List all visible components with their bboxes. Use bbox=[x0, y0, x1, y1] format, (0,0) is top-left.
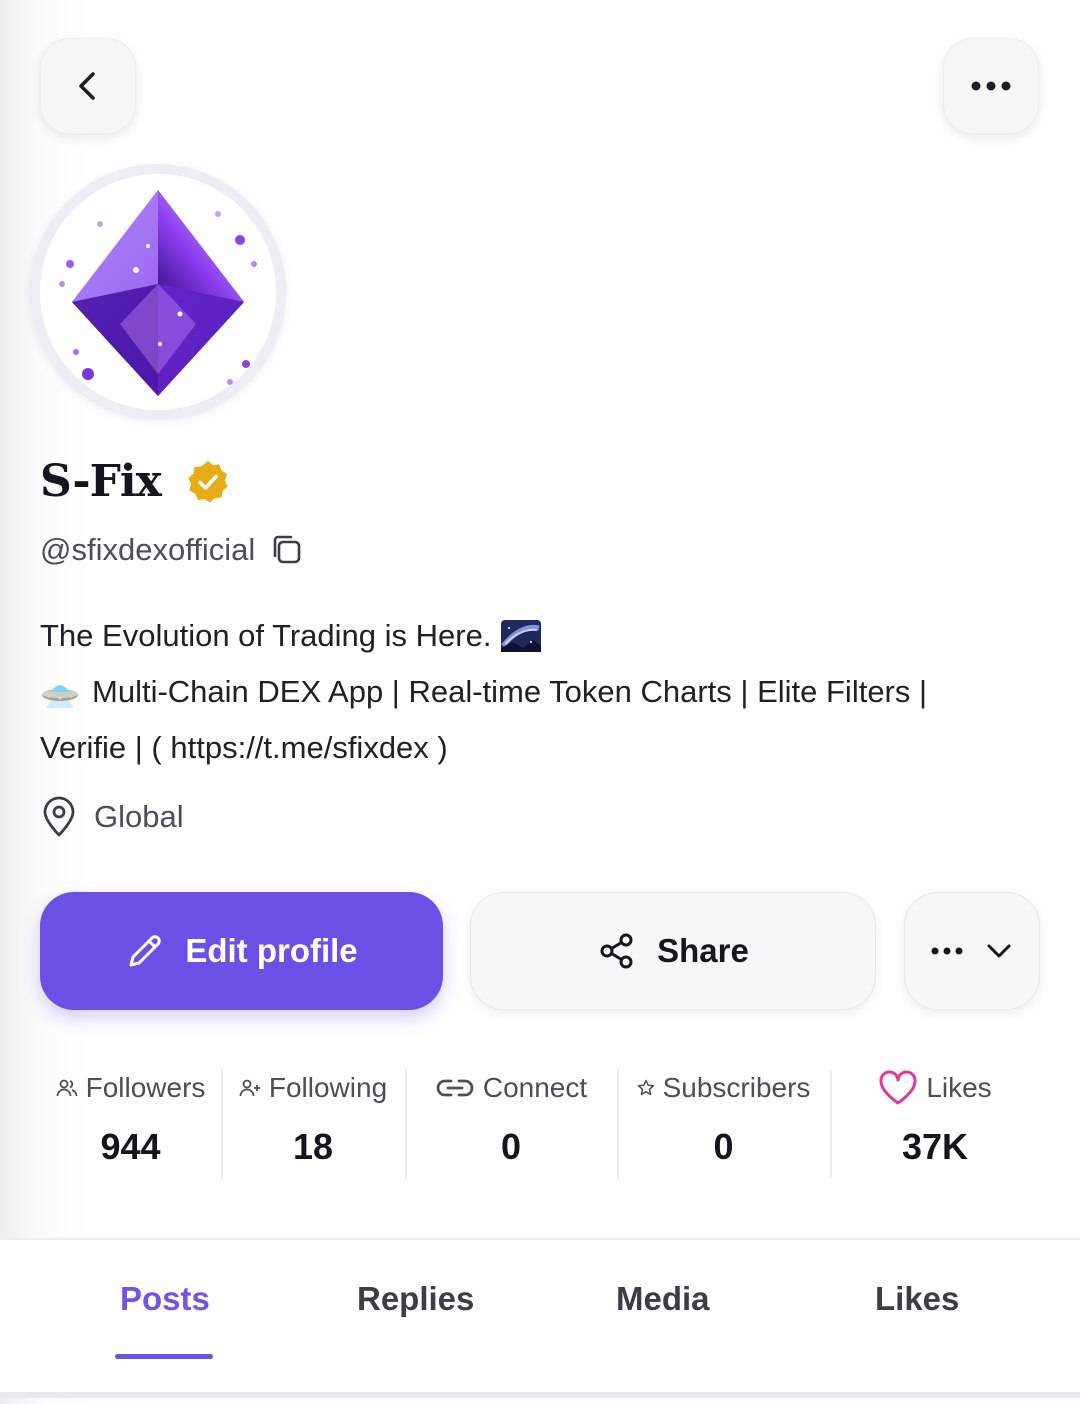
profile-name-row: S-Fix bbox=[40, 456, 231, 507]
milky-way-emoji-icon bbox=[501, 620, 542, 652]
tab-posts[interactable]: Posts bbox=[120, 1280, 210, 1318]
ellipsis-icon bbox=[971, 81, 1011, 91]
stat-value: 0 bbox=[500, 1126, 522, 1167]
tab-replies[interactable]: Replies bbox=[357, 1280, 474, 1318]
share-label: Share bbox=[657, 932, 749, 969]
people-icon bbox=[56, 1079, 77, 1097]
tab-likes[interactable]: Likes bbox=[875, 1280, 959, 1318]
stat-label: Followers bbox=[85, 1072, 206, 1103]
stat-value: 944 bbox=[100, 1126, 161, 1167]
ellipsis-icon bbox=[931, 947, 963, 955]
stat-value: 0 bbox=[713, 1126, 734, 1167]
location-row: Global bbox=[40, 796, 184, 838]
chevron-left-icon bbox=[79, 72, 95, 100]
share-icon bbox=[600, 933, 633, 969]
stat-label: Subscribers bbox=[662, 1072, 811, 1103]
avatar-image bbox=[40, 174, 276, 410]
stat-value: 18 bbox=[292, 1126, 334, 1167]
star-icon bbox=[637, 1079, 654, 1096]
copy-icon[interactable] bbox=[269, 532, 305, 568]
link-icon bbox=[436, 1079, 474, 1097]
heart-icon bbox=[879, 1070, 917, 1105]
verified-badge-icon bbox=[188, 460, 228, 502]
stat-label: Connect bbox=[482, 1072, 588, 1103]
profile-stats: Followers 944 Following 18 Connect 0 Sub… bbox=[40, 1068, 1040, 1178]
edit-profile-label: Edit profile bbox=[185, 932, 358, 969]
active-tab-indicator bbox=[115, 1354, 213, 1359]
stat-followers[interactable]: Followers 944 bbox=[40, 1068, 221, 1178]
display-name: S-Fix bbox=[40, 456, 162, 507]
edit-profile-button[interactable]: Edit profile bbox=[40, 892, 443, 1010]
back-button[interactable] bbox=[40, 38, 136, 134]
profile-bio: The Evolution of Trading is Here. Multi-… bbox=[40, 608, 1050, 776]
more-actions-dropdown[interactable] bbox=[904, 892, 1040, 1010]
profile-tabs: Posts Replies Media Likes bbox=[0, 1238, 1080, 1398]
avatar[interactable] bbox=[30, 164, 286, 420]
crystal-logo-icon bbox=[59, 190, 257, 396]
bio-line-1: The Evolution of Trading is Here. bbox=[40, 618, 492, 653]
stat-following[interactable]: Following 18 bbox=[221, 1068, 405, 1178]
bio-line-2: Multi-Chain DEX App | Real-time Token Ch… bbox=[92, 674, 928, 709]
stat-label: Following bbox=[268, 1072, 388, 1103]
handle-row: @sfixdexofficial bbox=[40, 532, 305, 568]
ufo-emoji-icon bbox=[42, 685, 78, 708]
chevron-down-icon bbox=[987, 944, 1011, 958]
stat-value: 37K bbox=[901, 1126, 969, 1167]
bio-line-3[interactable]: Verifie | ( https://t.me/sfixdex ) bbox=[40, 720, 448, 776]
stat-connect[interactable]: Connect 0 bbox=[405, 1068, 617, 1178]
share-button[interactable]: Share bbox=[470, 892, 876, 1010]
location-pin-icon bbox=[43, 796, 75, 837]
more-options-button[interactable] bbox=[943, 38, 1039, 134]
stat-label: Likes bbox=[926, 1072, 992, 1103]
tab-media[interactable]: Media bbox=[616, 1280, 710, 1318]
stat-likes[interactable]: Likes 37K bbox=[830, 1068, 1040, 1178]
stat-subscribers[interactable]: Subscribers 0 bbox=[617, 1068, 830, 1178]
pencil-icon bbox=[129, 935, 162, 967]
location-text: Global bbox=[94, 799, 184, 834]
person-add-icon bbox=[239, 1079, 260, 1097]
username-handle: @sfixdexofficial bbox=[40, 532, 256, 567]
